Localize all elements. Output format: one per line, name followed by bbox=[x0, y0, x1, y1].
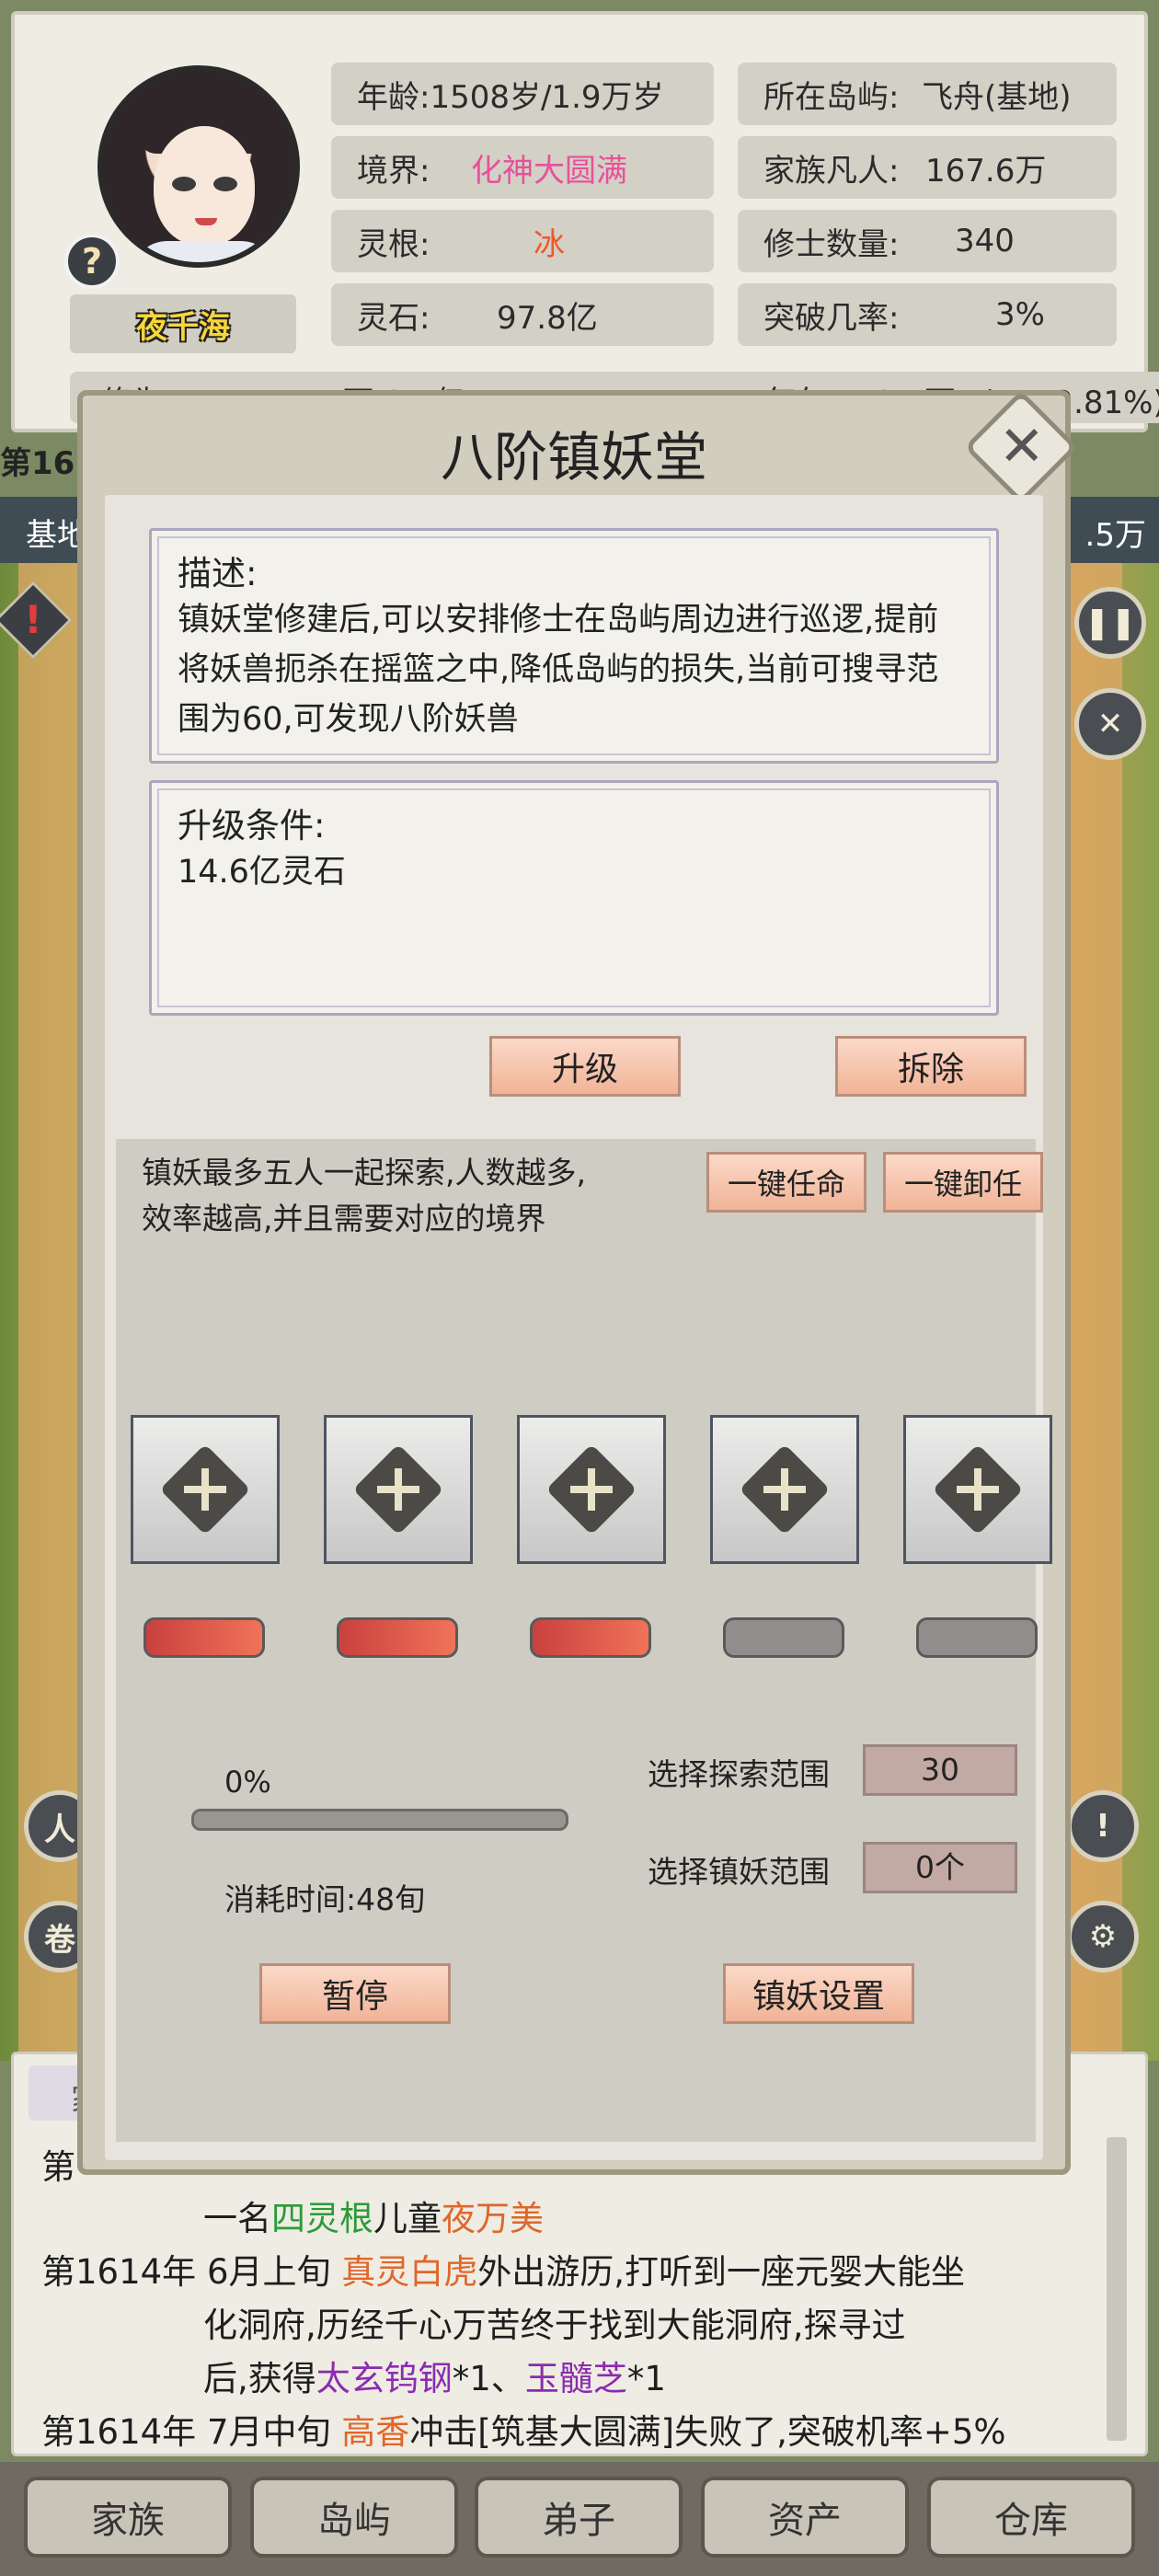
island-stat: 所在岛屿: 飞舟(基地) bbox=[738, 63, 1117, 125]
character-avatar[interactable] bbox=[98, 65, 300, 268]
log-line: 一名四灵根儿童夜万美 bbox=[203, 2199, 544, 2238]
range-select[interactable]: 30 bbox=[863, 1744, 1017, 1796]
mortals-stat: 家族凡人: 167.6万 bbox=[738, 136, 1117, 199]
slot-status-bar bbox=[337, 1617, 458, 1658]
disciple-slot[interactable] bbox=[324, 1415, 473, 1564]
demolish-button[interactable]: 拆除 bbox=[835, 1036, 1027, 1097]
add-icon bbox=[545, 1443, 637, 1535]
upgrade-heading: 升级条件: bbox=[178, 806, 326, 845]
patrol-section: 镇妖最多五人一起探索,人数越多, 效率越高,并且需要对应的境界 一键任命 一键卸… bbox=[116, 1139, 1052, 2142]
log-line: 第1614年 7月中旬 高香冲击[筑基大圆满]失败了,突破机率+5% bbox=[41, 2412, 1006, 2452]
cultivators-label: 修士数量: bbox=[763, 225, 900, 263]
dismiss-all-button[interactable]: 一键卸任 bbox=[883, 1152, 1043, 1213]
patrol-settings-button[interactable]: 镇妖设置 bbox=[723, 1963, 914, 2024]
nav-island-button[interactable]: 岛屿 bbox=[250, 2477, 458, 2558]
breakthrough-stat: 突破几率: 3% bbox=[738, 283, 1117, 346]
disciple-slot[interactable] bbox=[903, 1415, 1052, 1564]
stones-value: 97.8亿 bbox=[497, 299, 598, 337]
realm-label: 境界: bbox=[357, 152, 430, 190]
cultivators-stat: 修士数量: 340 bbox=[738, 210, 1117, 272]
island-label: 所在岛屿: bbox=[763, 78, 900, 116]
close-map-icon[interactable]: ✕ bbox=[1074, 688, 1146, 760]
settings-gear-icon[interactable]: ⚙ bbox=[1067, 1901, 1139, 1972]
cultivators-value: 340 bbox=[955, 223, 1015, 259]
disciple-slot[interactable] bbox=[710, 1415, 859, 1564]
upgrade-cost: 14.6亿灵石 bbox=[178, 854, 346, 891]
realm-value: 化神大圆满 bbox=[471, 152, 627, 190]
appoint-all-button[interactable]: 一键任命 bbox=[706, 1152, 866, 1213]
pause-button[interactable]: 暂停 bbox=[259, 1963, 451, 2024]
nav-family-button[interactable]: 家族 bbox=[24, 2477, 232, 2558]
island-value: 飞舟(基地) bbox=[922, 78, 1072, 116]
base-resource: .5万 bbox=[1084, 517, 1146, 554]
info-side-icon[interactable]: ! bbox=[1067, 1790, 1139, 1862]
add-icon bbox=[739, 1443, 831, 1535]
stones-label: 灵石: bbox=[357, 299, 430, 337]
disciple-slot[interactable] bbox=[131, 1415, 280, 1564]
log-line: 后,获得太玄钨钢*1、玉髓芝*1 bbox=[203, 2359, 666, 2398]
description-heading: 描述: bbox=[178, 554, 258, 593]
breakthrough-label: 突破几率: bbox=[763, 299, 900, 337]
patrol-description: 镇妖最多五人一起探索,人数越多, 效率越高,并且需要对应的境界 bbox=[142, 1155, 586, 1236]
slot-status-bar bbox=[143, 1617, 265, 1658]
bottom-nav: 家族 岛屿 弟子 资产 仓库 bbox=[0, 2462, 1159, 2576]
disciple-slot[interactable] bbox=[517, 1415, 666, 1564]
character-panel: ? 夜千海 年龄:1508岁/1.9万岁 境界: 化神大圆满 灵根: 冰 灵石:… bbox=[11, 11, 1159, 432]
range-label: 选择探索范围 bbox=[648, 1756, 830, 1792]
dialog-body: 描述: 镇妖堂修建后,可以安排修士在岛屿周边进行巡逻,提前将妖兽扼杀在摇篮之中,… bbox=[105, 495, 1052, 2160]
mortals-value: 167.6万 bbox=[925, 152, 1047, 190]
add-icon bbox=[352, 1443, 444, 1535]
question-icon[interactable]: ? bbox=[64, 234, 120, 289]
breakthrough-value: 3% bbox=[995, 296, 1045, 333]
log-line: 第 bbox=[41, 2147, 75, 2187]
root-value: 冰 bbox=[534, 225, 565, 263]
dialog-title: 八阶镇妖堂 bbox=[440, 426, 707, 489]
progress-bar bbox=[191, 1809, 568, 1831]
log-line: 化洞府,历经千心万苦终于找到大能洞府,探寻过 bbox=[203, 2306, 906, 2345]
mortals-label: 家族凡人: bbox=[763, 152, 900, 190]
progress-percent: 0% bbox=[224, 1765, 271, 1800]
add-icon bbox=[159, 1443, 251, 1535]
pause-icon[interactable]: ❚❚ bbox=[1074, 587, 1146, 659]
description-text: 镇妖堂修建后,可以安排修士在岛屿周边进行巡逻,提前将妖兽扼杀在摇篮之中,降低岛屿… bbox=[178, 602, 939, 738]
root-label: 灵根: bbox=[357, 225, 430, 263]
realm-stat: 境界: 化神大圆满 bbox=[331, 136, 714, 199]
log-scrollbar[interactable] bbox=[1107, 2137, 1127, 2441]
slot-status-bar bbox=[530, 1617, 651, 1658]
age-stat: 年龄:1508岁/1.9万岁 bbox=[331, 63, 714, 125]
add-icon bbox=[932, 1443, 1024, 1535]
suppress-select[interactable]: 0个 bbox=[863, 1842, 1017, 1893]
description-box: 描述: 镇妖堂修建后,可以安排修士在岛屿周边进行巡逻,提前将妖兽扼杀在摇篮之中,… bbox=[149, 528, 999, 764]
nav-assets-button[interactable]: 资产 bbox=[701, 2477, 909, 2558]
slot-status-bar bbox=[723, 1617, 844, 1658]
slot-status-bar bbox=[916, 1617, 1038, 1658]
time-cost: 消耗时间:48旬 bbox=[224, 1881, 426, 1917]
upgrade-box: 升级条件: 14.6亿灵石 bbox=[149, 780, 999, 1016]
suppress-label: 选择镇妖范围 bbox=[648, 1854, 830, 1890]
stones-stat: 灵石: 97.8亿 bbox=[331, 283, 714, 346]
root-stat: 灵根: 冰 bbox=[331, 210, 714, 272]
character-name: 夜千海 bbox=[70, 294, 296, 353]
building-dialog: 八阶镇妖堂 ✕ 描述: 镇妖堂修建后,可以安排修士在岛屿周边进行巡逻,提前将妖兽… bbox=[77, 389, 1079, 2175]
nav-warehouse-button[interactable]: 仓库 bbox=[927, 2477, 1135, 2558]
log-line: 第1614年 6月上旬 真灵白虎外出游历,打听到一座元婴大能坐 bbox=[41, 2252, 966, 2292]
nav-disciple-button[interactable]: 弟子 bbox=[475, 2477, 683, 2558]
upgrade-button[interactable]: 升级 bbox=[489, 1036, 681, 1097]
